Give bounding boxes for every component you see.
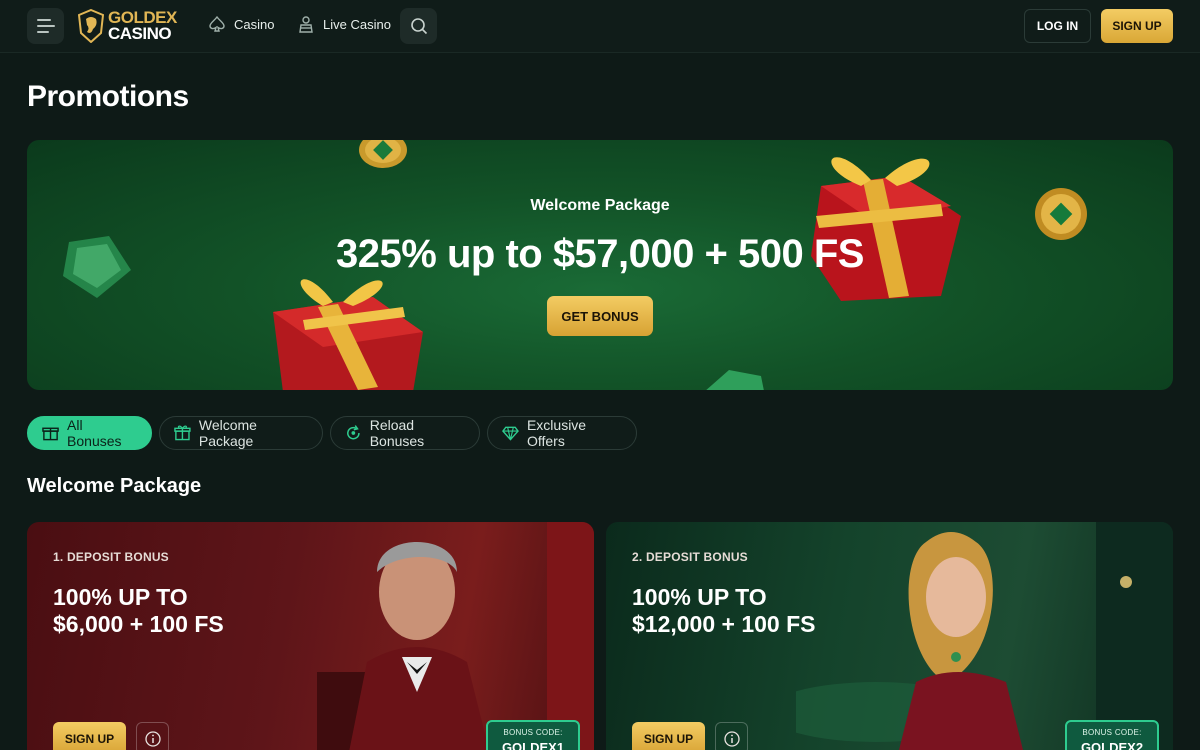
dealer-illustration bbox=[317, 522, 594, 750]
search-icon bbox=[410, 18, 427, 35]
signup-button[interactable]: SIGN UP bbox=[1101, 9, 1173, 43]
menu-line bbox=[37, 19, 51, 21]
bonus-code-label: BONUS CODE: bbox=[1082, 728, 1142, 737]
card-title-line1: 100% UP TO bbox=[53, 584, 188, 610]
filter-label: All Bonuses bbox=[67, 417, 122, 449]
red-gift-box-icon bbox=[273, 279, 423, 390]
diamond-icon bbox=[502, 426, 519, 441]
nav-live-casino[interactable]: Live Casino bbox=[297, 15, 391, 33]
hero-title: 325% up to $57,000 + 500 FS bbox=[336, 232, 864, 276]
top-header: GOLDEX CASINO Casino Live Casino LOG IN … bbox=[0, 0, 1200, 53]
login-button[interactable]: LOG IN bbox=[1024, 9, 1091, 43]
logo[interactable]: GOLDEX CASINO bbox=[78, 8, 177, 44]
spade-icon bbox=[209, 15, 225, 32]
menu-line bbox=[37, 25, 55, 27]
gold-coin-icon bbox=[359, 140, 407, 168]
filter-all-bonuses[interactable]: All Bonuses bbox=[27, 416, 152, 450]
bonus-code-value: GOLDEX2 bbox=[1080, 740, 1144, 750]
nav-casino[interactable]: Casino bbox=[208, 15, 274, 33]
card-signup-button[interactable]: SIGN UP bbox=[53, 722, 126, 750]
gift-box-icon bbox=[174, 425, 191, 441]
card-title: 100% UP TO $6,000 + 100 FS bbox=[53, 584, 313, 638]
nav-live-casino-label: Live Casino bbox=[323, 16, 391, 32]
bonus-code-box[interactable]: BONUS CODE: GOLDEX2 bbox=[1065, 720, 1159, 750]
get-bonus-button[interactable]: GET BONUS bbox=[547, 296, 653, 336]
search-button[interactable] bbox=[400, 8, 437, 44]
card-title-line1: 100% UP TO bbox=[632, 584, 767, 610]
dealer-icon bbox=[299, 16, 313, 33]
filter-label: Reload Bonuses bbox=[369, 417, 425, 449]
info-button[interactable] bbox=[136, 722, 169, 750]
hero-subtitle: Welcome Package bbox=[530, 197, 670, 214]
filter-exclusive-offers[interactable]: Exclusive Offers bbox=[487, 416, 637, 450]
deposit-bonus-card-2[interactable]: 2. DEPOSIT BONUS 100% UP TO $12,000 + 10… bbox=[606, 522, 1173, 750]
filter-label: Welcome Package bbox=[198, 417, 257, 449]
bonus-code-value: GOLDEX1 bbox=[501, 740, 565, 750]
lion-shield-icon bbox=[78, 9, 104, 43]
filter-label: Exclusive Offers bbox=[526, 417, 587, 449]
card-signup-button[interactable]: SIGN UP bbox=[632, 722, 705, 750]
reload-icon bbox=[347, 425, 360, 440]
card-kicker: 2. DEPOSIT BONUS bbox=[632, 550, 748, 564]
info-icon bbox=[144, 730, 161, 747]
logo-line2: CASINO bbox=[108, 24, 172, 43]
filter-welcome-package[interactable]: Welcome Package bbox=[159, 416, 323, 450]
bonus-code-label: BONUS CODE: bbox=[503, 728, 563, 737]
card-title: 100% UP TO $12,000 + 100 FS bbox=[632, 584, 892, 638]
filter-reload-bonuses[interactable]: Reload Bonuses bbox=[330, 416, 480, 450]
menu-line bbox=[37, 31, 49, 33]
red-gift-box-icon bbox=[811, 157, 961, 301]
info-icon bbox=[723, 730, 740, 747]
hero-banner[interactable]: Welcome Package 325% up to $57,000 + 500… bbox=[27, 140, 1173, 390]
card-kicker: 1. DEPOSIT BONUS bbox=[53, 550, 169, 564]
info-button[interactable] bbox=[715, 722, 748, 750]
section-title: Welcome Package bbox=[27, 475, 202, 497]
logo-text: GOLDEX CASINO bbox=[108, 9, 177, 43]
deposit-bonus-card-1[interactable]: 1. DEPOSIT BONUS 100% UP TO $6,000 + 100… bbox=[27, 522, 594, 750]
page-title: Promotions bbox=[27, 80, 189, 113]
bonus-code-box[interactable]: BONUS CODE: GOLDEX1 bbox=[486, 720, 580, 750]
card-title-line2: $12,000 + 100 FS bbox=[632, 611, 816, 637]
nav-casino-label: Casino bbox=[234, 16, 275, 32]
gift-icon bbox=[42, 427, 59, 441]
menu-button[interactable] bbox=[27, 8, 64, 44]
card-title-line2: $6,000 + 100 FS bbox=[53, 611, 224, 637]
emerald-gem-icon bbox=[706, 370, 764, 390]
